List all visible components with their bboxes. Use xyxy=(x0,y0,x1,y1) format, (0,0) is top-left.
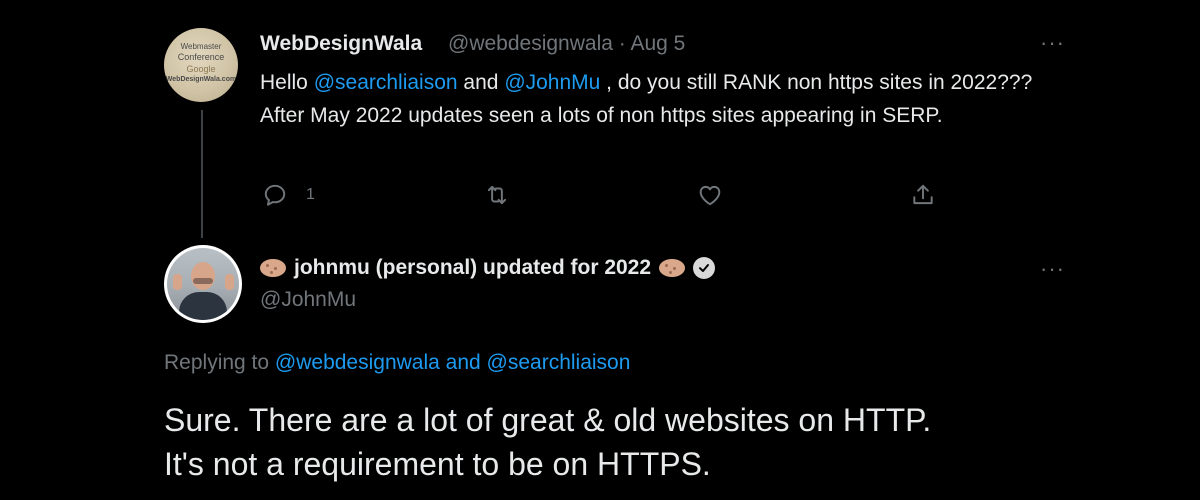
mention-johnmu[interactable]: @JohnMu xyxy=(504,71,600,94)
thread-connector-line xyxy=(201,110,203,238)
verified-badge-icon xyxy=(693,257,716,279)
avatar-text-4: WebDesignWala.com xyxy=(165,76,237,83)
share-icon xyxy=(913,184,933,205)
reply-button[interactable]: 1 xyxy=(262,182,315,208)
replying-to: Replying to @webdesignwala and @searchli… xyxy=(164,351,630,375)
reply-icon xyxy=(264,184,286,206)
tweet1-text-line2: After May 2022 updates seen a lots of no… xyxy=(260,104,943,127)
reply-count: 1 xyxy=(306,186,315,203)
heart-icon xyxy=(699,185,721,206)
tweet2-author-row: johnmu (personal) updated for 2022 xyxy=(260,256,716,280)
tweet1-author-name[interactable]: WebDesignWala xyxy=(260,32,422,56)
tweet1-text-and: and xyxy=(457,71,505,94)
avatar-photo xyxy=(167,248,239,320)
tweet2-text-line2: It's not a requirement to be on HTTPS. xyxy=(164,446,711,482)
tweet1-text-hello: Hello xyxy=(260,71,314,94)
retweet-button[interactable] xyxy=(484,182,510,208)
tweet2-handle[interactable]: @JohnMu xyxy=(260,288,356,312)
tweet2-text: Sure. There are a lot of great & old web… xyxy=(164,398,1164,486)
tweet2-text-line1: Sure. There are a lot of great & old web… xyxy=(164,402,932,438)
like-button[interactable] xyxy=(697,182,723,208)
potato-emoji-icon xyxy=(260,259,286,277)
potato-emoji-icon xyxy=(659,259,686,277)
avatar-johnmu[interactable] xyxy=(164,245,242,323)
tweet1-handle[interactable]: @webdesignwala xyxy=(448,32,613,55)
avatar-text-2: Conference xyxy=(177,52,225,62)
tweet1-text: Hello @searchliaison and @JohnMu , do yo… xyxy=(260,66,1080,132)
tweet1-more-button[interactable]: ··· xyxy=(1040,30,1065,56)
avatar-text-1: Webmaster xyxy=(180,42,222,51)
retweet-icon xyxy=(487,185,507,205)
replying-prefix: Replying to xyxy=(164,351,275,374)
avatar-webdesignwala[interactable]: Webmaster Conference Google WebDesignWal… xyxy=(164,28,238,102)
replying-to-mentions[interactable]: @webdesignwala and @searchliaison xyxy=(275,351,631,374)
tweet1-date[interactable]: Aug 5 xyxy=(630,32,685,55)
avatar-text-3: Google xyxy=(186,64,216,74)
tweet1-separator: · xyxy=(618,32,626,55)
share-button[interactable] xyxy=(910,182,936,208)
tweet1-text-rest: , do you still RANK non https sites in 2… xyxy=(600,71,1033,94)
tweet2-author-name[interactable]: johnmu (personal) updated for 2022 xyxy=(294,256,651,280)
mention-searchliaison[interactable]: @searchliaison xyxy=(314,71,458,94)
tweet1-handle-row: @webdesignwala · Aug 5 xyxy=(448,32,685,56)
tweet2-more-button[interactable]: ··· xyxy=(1040,256,1065,282)
